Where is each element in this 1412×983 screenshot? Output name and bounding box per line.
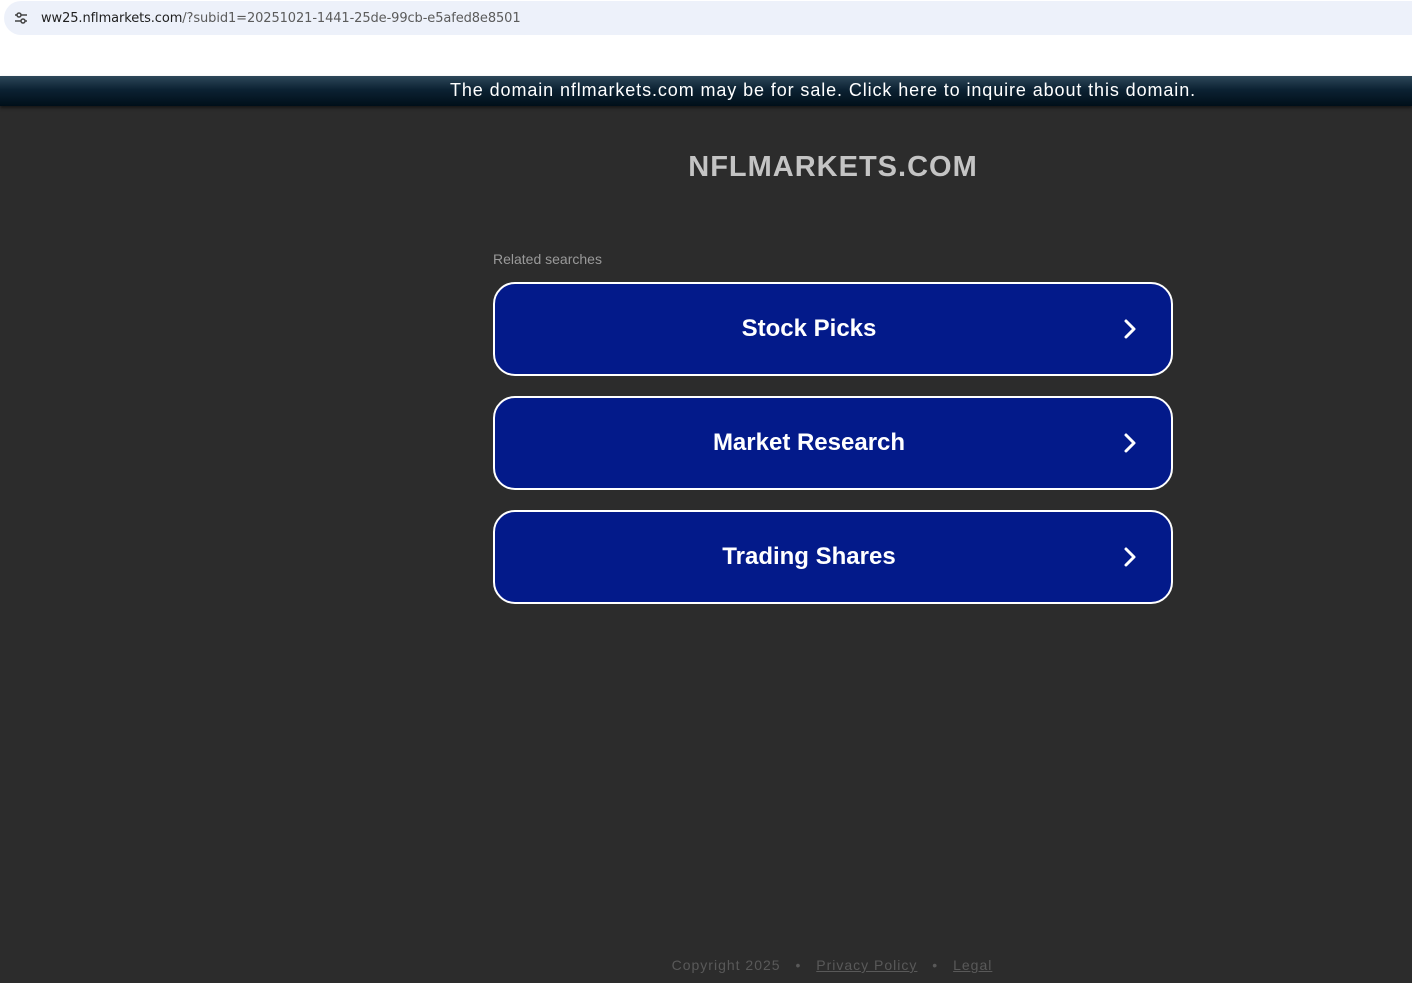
domain-sale-banner[interactable]: The domain nflmarkets.com may be for sal… [0, 76, 1412, 106]
footer: Copyright 2025 • Privacy Policy • Legal [0, 957, 1412, 973]
page-content: The domain nflmarkets.com may be for sal… [0, 76, 1412, 983]
related-searches-label: Related searches [493, 251, 602, 267]
address-bar[interactable]: ww25.nflmarkets.com/?subid1=20251021-144… [4, 1, 1412, 35]
domain-sale-banner-text[interactable]: The domain nflmarkets.com may be for sal… [450, 80, 1196, 101]
chevron-right-icon [1124, 547, 1136, 567]
search-link-label: Stock Picks [741, 315, 877, 342]
search-link-label: Market Research [712, 429, 906, 456]
search-link-stock-picks[interactable]: Stock Picks [493, 282, 1173, 376]
url-host: ww25.nflmarkets.com [41, 10, 183, 26]
privacy-policy-link[interactable]: Privacy Policy [816, 957, 917, 973]
search-link-market-research[interactable]: Market Research [493, 396, 1173, 490]
url-path: /?subid1=20251021-1441-25de-99cb-e5afed8… [182, 10, 521, 26]
chevron-right-icon [1124, 319, 1136, 339]
legal-link[interactable]: Legal [953, 957, 992, 973]
site-info-icon[interactable] [4, 1, 38, 35]
copyright-text: Copyright 2025 [671, 957, 781, 973]
domain-title: NFLMARKETS.COM [688, 151, 978, 183]
related-searches-list: Stock Picks Market Research Trading Shar… [493, 282, 1173, 624]
footer-separator: • [795, 957, 802, 973]
footer-separator: • [932, 957, 939, 973]
search-link-label: Trading Shares [722, 543, 896, 570]
search-link-trading-shares[interactable]: Trading Shares [493, 510, 1173, 604]
chevron-right-icon [1124, 433, 1136, 453]
url-text[interactable]: ww25.nflmarkets.com/?subid1=20251021-144… [41, 11, 521, 26]
